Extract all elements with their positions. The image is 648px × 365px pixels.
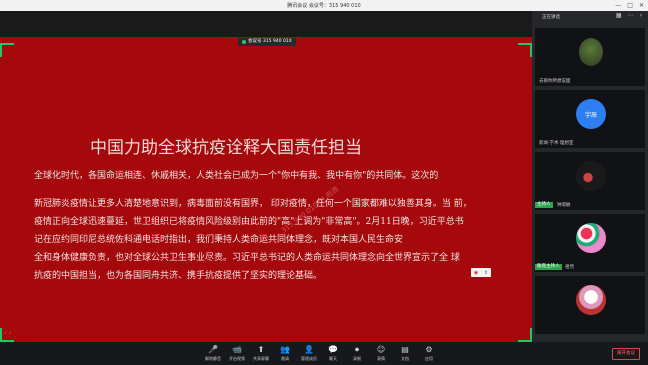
- documents-button[interactable]: ▤ 文档: [393, 345, 417, 362]
- slide-nav-icon[interactable]: ⇕: [484, 270, 488, 276]
- participant-avatar: [576, 285, 606, 315]
- panel-header-icons: ▦ ⋯ ›: [616, 12, 642, 19]
- window-controls: — □ ✕: [615, 1, 644, 10]
- meeting-id-badge[interactable]: 会议号 315 940 010: [238, 38, 296, 46]
- slide-logo-icon: ◉: [473, 269, 479, 276]
- record-icon: ⏺: [355, 345, 359, 354]
- apps-label: 应用: [425, 356, 433, 361]
- slide-paragraph-line: 记在应约同印尼总统佐科通电话时指出，我们秉持人类命运共同体理念，既对本国人民生命…: [34, 235, 404, 245]
- share-screen-label: 共享屏幕: [253, 356, 269, 361]
- annotation-marks: ✓ ✓: [4, 330, 12, 335]
- slide-paragraph-line: 新冠肺炎疫情让更多人清楚地意识到，病毒面前没有国界， 印对疫情，任何一个国家都难…: [34, 199, 472, 209]
- unmute-label: 解除静音: [205, 356, 221, 361]
- focus-corner-top-right: [518, 43, 532, 57]
- microphone-icon: 🎤: [208, 345, 218, 354]
- title-bar: 腾讯会议 会议号：315 940 010 — □ ✕: [0, 0, 648, 11]
- documents-label: 文档: [401, 356, 409, 361]
- start-video-label: 开启视频: [229, 356, 245, 361]
- participant-name: 去那你所想说面: [539, 79, 571, 84]
- invite-icon: 👥: [280, 345, 290, 354]
- participant-avatar: 宇辰: [576, 99, 606, 129]
- minimize-icon[interactable]: —: [615, 1, 621, 10]
- participant-name: 祖然: [565, 265, 574, 270]
- document-icon: ▤: [401, 345, 409, 354]
- invite-button[interactable]: 👥 邀请: [273, 345, 297, 362]
- reactions-label: 表情: [377, 356, 385, 361]
- invite-label: 邀请: [281, 356, 289, 361]
- leave-meeting-button[interactable]: 离开会议: [612, 348, 640, 360]
- apps-button[interactable]: ⚙ 应用: [417, 345, 441, 362]
- network-status-icon: [242, 40, 246, 44]
- cohost-badge: 联席主持人: [535, 264, 562, 270]
- share-screen-button[interactable]: ⬆ 共享屏幕: [249, 345, 273, 362]
- chat-icon: 💬: [328, 345, 338, 354]
- emoji-icon: ☺: [376, 345, 386, 354]
- participant-tile[interactable]: 宇辰 新闻·学术·理想室: [535, 90, 645, 148]
- participant-name: 钟淑敏: [557, 203, 571, 208]
- manage-members-button[interactable]: 👤 管理成员: [297, 345, 321, 362]
- slide-paragraph-line: 全和身体健康负责，也对全球公共卫生事业尽责。习近平总书记的人类命运共同体理念向全…: [34, 253, 460, 263]
- start-video-button[interactable]: 📹 开启视频: [225, 345, 249, 362]
- participant-tile[interactable]: 联席主持人 祖然: [535, 214, 645, 272]
- share-screen-icon: ⬆: [257, 345, 265, 354]
- record-label: 录制: [353, 356, 361, 361]
- slide-title: 中国力助全球抗疫诠释大国责任担当: [90, 138, 362, 158]
- chat-label: 聊天: [329, 356, 337, 361]
- manage-members-label: 管理成员: [301, 356, 317, 361]
- participant-tile[interactable]: 去那你所想说面: [535, 28, 645, 86]
- host-badge: 主持人: [535, 202, 553, 208]
- panel-title: 正在讲话: [542, 15, 560, 20]
- slide-paragraph-line: 疫情正向全球迅速蔓延，世卫组织已将疫情风险级别由此前的"高"上调为"非常高"。2…: [34, 217, 464, 227]
- participant-avatar: [576, 223, 606, 253]
- more-icon[interactable]: ⋯: [628, 12, 634, 19]
- focus-corner-top-left: [0, 43, 14, 57]
- shared-screen: [0, 37, 532, 342]
- camera-icon: 📹: [232, 345, 242, 354]
- apps-icon: ⚙: [425, 345, 433, 354]
- slide-paragraph-line: 抗疫的中国担当，也为各国同舟共济、携手抗疫提供了坚实的理论基础。: [34, 271, 323, 281]
- participant-avatar: [576, 161, 606, 191]
- chat-button[interactable]: 💬 聊天: [321, 345, 345, 362]
- slide-paragraph-line: 全球化时代，各国命运相连、休戚相关，人类社会已成为一个"你中有我、我中有你"的共…: [34, 171, 439, 181]
- top-dark-bar: [0, 11, 532, 37]
- window-title: 腾讯会议 会议号：315 940 010: [287, 3, 361, 9]
- focus-corner-bottom-right: [518, 328, 532, 342]
- participant-tile[interactable]: [535, 276, 645, 334]
- meeting-id-text: 会议号 315 940 010: [248, 39, 292, 44]
- grid-icon[interactable]: ▦: [616, 12, 622, 19]
- close-icon[interactable]: ✕: [639, 1, 644, 10]
- participant-avatar: [579, 38, 603, 66]
- members-icon: 👤: [304, 345, 314, 354]
- participant-tile[interactable]: 主持人 钟淑敏: [535, 152, 645, 210]
- record-button[interactable]: ⏺ 录制: [345, 345, 369, 362]
- reactions-button[interactable]: ☺ 表情: [369, 345, 393, 362]
- participant-panel-header: 正在讲话 ▦ ⋯ ›: [532, 11, 648, 22]
- participant-name: 新闻·学术·理想室: [539, 141, 574, 146]
- collapse-icon[interactable]: ›: [640, 12, 642, 19]
- slide-control[interactable]: ◉ ⇕: [471, 268, 491, 277]
- maximize-icon[interactable]: □: [627, 1, 633, 10]
- unmute-button[interactable]: 🎤 解除静音: [201, 345, 225, 362]
